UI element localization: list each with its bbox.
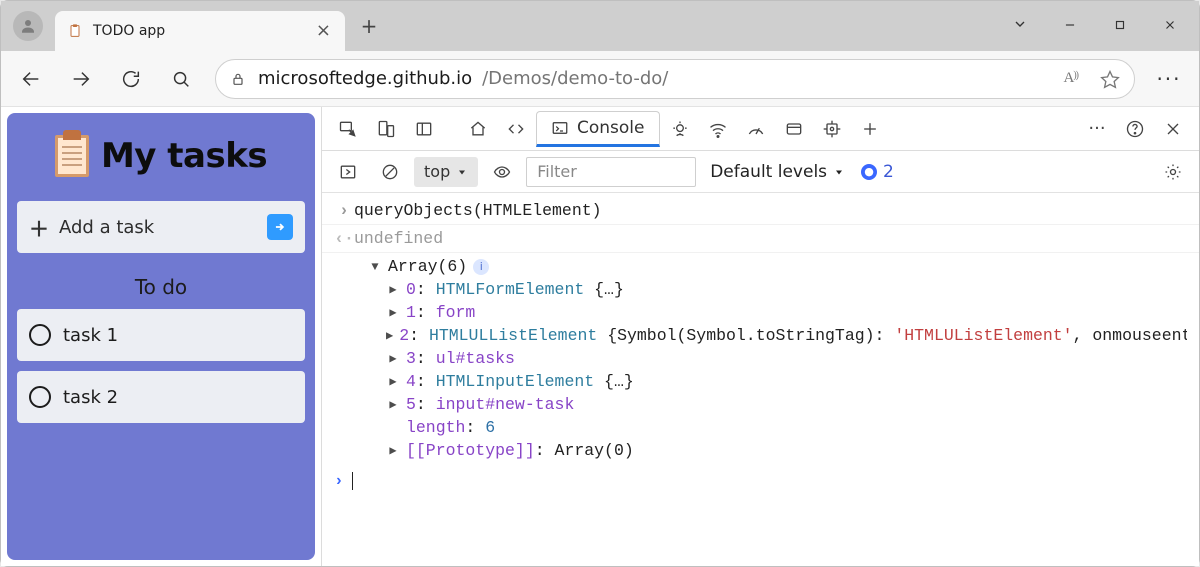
refresh-button[interactable]: [115, 63, 147, 95]
device-toggle-icon[interactable]: [368, 111, 404, 147]
search-button[interactable]: [165, 63, 197, 95]
disclosure-triangle-icon[interactable]: [386, 397, 400, 412]
forward-button[interactable]: [65, 63, 97, 95]
disclosure-triangle-icon[interactable]: [386, 305, 400, 320]
task-item[interactable]: task 2: [17, 371, 305, 423]
profile-avatar[interactable]: [13, 11, 43, 41]
context-label: top: [424, 162, 450, 181]
app-title: My tasks: [101, 136, 267, 176]
back-button[interactable]: [15, 63, 47, 95]
disclosure-triangle-icon[interactable]: [386, 351, 400, 366]
dock-side-icon[interactable]: [406, 111, 442, 147]
window-close-button[interactable]: [1147, 17, 1193, 36]
filter-placeholder: Filter: [537, 162, 577, 181]
read-aloud-icon[interactable]: A)): [1063, 70, 1078, 87]
network-tab-icon[interactable]: [700, 111, 736, 147]
console-tab[interactable]: Console: [536, 111, 660, 147]
issues-badge[interactable]: ● 2: [861, 162, 894, 182]
live-expression-icon[interactable]: [484, 154, 520, 190]
disclosure-triangle-icon[interactable]: [386, 282, 400, 297]
application-tab-icon[interactable]: [776, 111, 812, 147]
titlebar: TODO app × +: [1, 1, 1199, 51]
log-levels-label: Default levels: [710, 162, 827, 182]
inspect-element-icon[interactable]: [330, 111, 366, 147]
disclosure-triangle-icon[interactable]: [386, 328, 393, 343]
page-content: My tasks ＋ Add a task To do task 1 task …: [1, 107, 321, 566]
issues-count: 2: [883, 162, 894, 182]
lock-icon: [230, 71, 248, 87]
console-prompt[interactable]: ›: [322, 464, 1199, 498]
favorite-icon[interactable]: [1100, 69, 1120, 89]
console-toolbar: top Filter Default levels ● 2: [322, 151, 1199, 193]
new-tab-button[interactable]: +: [349, 14, 389, 38]
task-item[interactable]: task 1: [17, 309, 305, 361]
disclosure-triangle-icon[interactable]: [386, 374, 400, 389]
console-input-echo: queryObjects(HTMLElement): [354, 201, 602, 220]
devtools-tabstrip: Console ···: [322, 107, 1199, 151]
devtools-close-icon[interactable]: [1155, 111, 1191, 147]
submit-arrow-icon[interactable]: [267, 214, 293, 240]
task-label: task 1: [63, 325, 118, 346]
more-tabs-icon[interactable]: [852, 111, 888, 147]
plus-icon: ＋: [29, 213, 49, 242]
disclosure-triangle-icon[interactable]: [368, 260, 382, 274]
welcome-tab-icon[interactable]: [460, 111, 496, 147]
console-return-value: undefined: [354, 229, 443, 248]
tab-title: TODO app: [93, 23, 165, 39]
performance-tab-icon[interactable]: [738, 111, 774, 147]
clipboard-icon: [67, 23, 83, 39]
url-host: microsoftedge.github.io: [258, 68, 472, 89]
console-settings-icon[interactable]: [1155, 154, 1191, 190]
console-tab-label: Console: [577, 118, 645, 138]
task-label: task 2: [63, 387, 118, 408]
devtools-panel: Console ···: [321, 107, 1199, 566]
output-chevron-icon: ‹·: [334, 229, 354, 248]
url-path: /Demos/demo-to-do/: [482, 68, 668, 89]
address-bar[interactable]: microsoftedge.github.io/Demos/demo-to-do…: [215, 59, 1135, 99]
browser-menu-button[interactable]: ···: [1153, 67, 1185, 91]
devtools-menu-icon[interactable]: ···: [1079, 111, 1115, 147]
chevron-down-icon[interactable]: [997, 16, 1043, 36]
add-task-input[interactable]: ＋ Add a task: [17, 201, 305, 253]
text-caret: [352, 472, 353, 490]
input-chevron-icon: ›: [334, 201, 354, 220]
maximize-button[interactable]: [1097, 17, 1143, 36]
info-icon[interactable]: i: [473, 259, 489, 275]
tab-close-icon[interactable]: ×: [316, 22, 331, 40]
clear-console-icon[interactable]: [372, 154, 408, 190]
toggle-sidebar-icon[interactable]: [330, 154, 366, 190]
issue-dot-icon: ●: [861, 164, 877, 180]
context-selector[interactable]: top: [414, 157, 478, 187]
browser-tab[interactable]: TODO app ×: [55, 11, 345, 51]
minimize-button[interactable]: [1047, 17, 1093, 36]
console-object-tree[interactable]: Array(6) i 0: HTMLFormElement {…} 1: for…: [322, 253, 1199, 464]
sources-tab-icon[interactable]: [662, 111, 698, 147]
array-header: Array(6): [388, 257, 467, 276]
add-task-placeholder: Add a task: [59, 217, 154, 238]
filter-input[interactable]: Filter: [526, 157, 696, 187]
help-icon[interactable]: [1117, 111, 1153, 147]
disclosure-triangle-icon[interactable]: [386, 443, 400, 458]
section-heading: To do: [17, 275, 305, 299]
memory-tab-icon[interactable]: [814, 111, 850, 147]
console-output: › queryObjects(HTMLElement) ‹· undefined…: [322, 193, 1199, 566]
clipboard-icon: [55, 135, 89, 177]
log-levels-selector[interactable]: Default levels: [710, 162, 845, 182]
browser-toolbar: microsoftedge.github.io/Demos/demo-to-do…: [1, 51, 1199, 107]
prompt-chevron-icon: ›: [334, 472, 344, 490]
checkbox-icon[interactable]: [29, 324, 51, 346]
elements-tab-icon[interactable]: [498, 111, 534, 147]
checkbox-icon[interactable]: [29, 386, 51, 408]
